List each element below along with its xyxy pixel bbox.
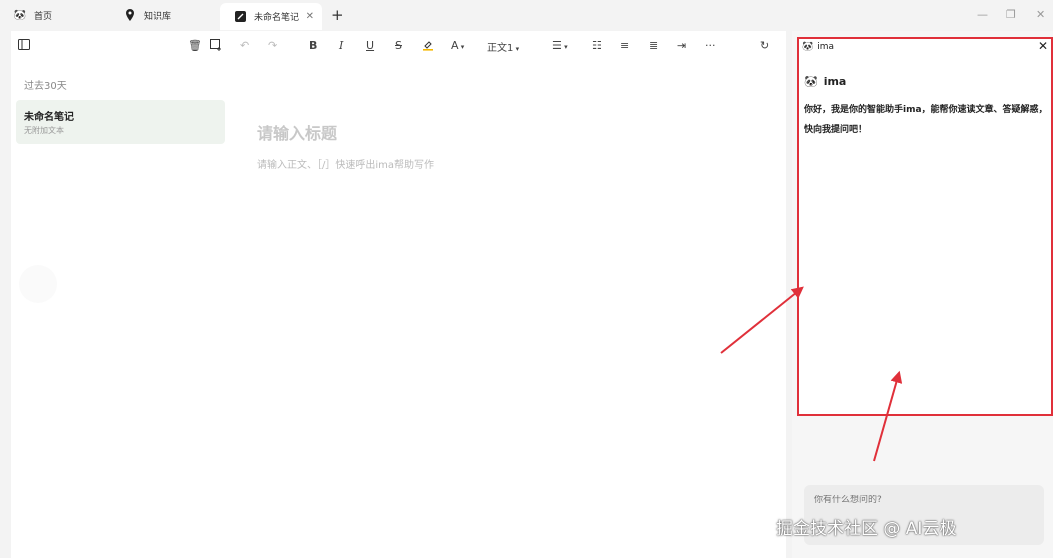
close-icon[interactable]: ✕ <box>306 11 314 22</box>
sidebar-toggle-icon[interactable] <box>18 39 30 53</box>
refresh-icon[interactable]: ↻ <box>760 39 769 52</box>
bullet-list-icon[interactable]: ≡ <box>620 39 629 52</box>
indent-icon[interactable]: ⇥ <box>677 39 686 52</box>
minimize-icon[interactable]: — <box>977 8 988 21</box>
paragraph-style-select[interactable]: 正文1 ▾ <box>487 39 519 54</box>
note-title: 未命名笔记 <box>24 112 74 123</box>
more-icon[interactable]: ··· <box>705 39 716 52</box>
new-note-icon[interactable] <box>210 39 222 54</box>
add-tab-button[interactable]: + <box>331 6 344 24</box>
numbered-list-icon[interactable]: ≣ <box>649 39 658 52</box>
assistant-header-title: ima <box>817 42 835 52</box>
align-icon[interactable]: ☰ ▾ <box>552 39 568 52</box>
note-subtitle: 无附加文本 <box>24 126 64 135</box>
assistant-question-input[interactable] <box>814 495 1034 505</box>
tab-label: 知识库 <box>144 11 172 22</box>
ima-assistant-panel: 🐼 ima ✕ 🐼 ima 你好，我是你的智能助手ima，能帮你速读文章、答疑解… <box>797 37 1053 416</box>
close-icon[interactable]: ✕ <box>1038 39 1048 53</box>
sidebar-section-label: 过去30天 <box>24 81 67 92</box>
note-icon <box>234 11 246 23</box>
assistant-greeting: 你好，我是你的智能助手ima，能帮你速读文章、答疑解惑，快向我提问吧！ <box>804 105 1048 135</box>
assistant-name: ima <box>823 75 847 88</box>
redo-icon[interactable]: ↷ <box>268 39 277 52</box>
floating-placeholder <box>19 265 57 303</box>
watermark: 掘金技术社区 @ AI云极 <box>776 519 957 539</box>
location-pin-icon <box>124 9 136 21</box>
editor-panel: 🗑 ↶ ↷ B I U S A ▾ 正文1 ▾ ☰ ▾ ☷ ≡ ≣ ⇥ ··· … <box>11 31 786 558</box>
highlight-icon[interactable] <box>422 39 434 54</box>
tab-bar: 🐼 首页 知识库 未命名笔记 ✕ + — ❐ ✕ <box>0 0 1053 30</box>
underline-icon[interactable]: U <box>366 39 374 52</box>
window-close-icon[interactable]: ✕ <box>1036 8 1045 21</box>
strikethrough-icon[interactable]: S <box>395 39 402 52</box>
delete-icon[interactable]: 🗑 <box>188 39 202 52</box>
note-body-input[interactable]: 请输入正文、［/］快速呼出ima帮助写作 <box>257 156 434 171</box>
italic-icon[interactable]: I <box>339 39 343 52</box>
paragraph-style-label: 正文1 <box>487 43 514 54</box>
assistant-header: 🐼 ima ✕ <box>799 39 1051 55</box>
bold-icon[interactable]: B <box>309 39 317 52</box>
tab-label: 未命名笔记 <box>254 13 300 23</box>
panda-avatar-icon: 🐼 <box>804 75 818 88</box>
panda-icon: 🐼 <box>802 42 814 52</box>
undo-icon[interactable]: ↶ <box>240 39 249 52</box>
restore-icon[interactable]: ❐ <box>1006 8 1016 21</box>
note-title-input[interactable]: 请输入标题 <box>257 120 337 144</box>
tab-untitled-note[interactable]: 未命名笔记 ✕ <box>220 3 322 30</box>
font-color-icon[interactable]: A ▾ <box>451 39 464 52</box>
note-list-item[interactable]: 未命名笔记 无附加文本 <box>16 100 225 144</box>
tab-home[interactable]: 🐼 首页 <box>0 4 110 26</box>
assistant-message-header: 🐼 ima <box>804 75 846 88</box>
tab-label: 首页 <box>34 11 53 22</box>
editor-toolbar: 🗑 ↶ ↷ B I U S A ▾ 正文1 ▾ ☰ ▾ ☷ ≡ ≣ ⇥ ··· … <box>11 31 786 61</box>
checklist-icon[interactable]: ☷ <box>592 39 602 52</box>
panda-icon: 🐼 <box>13 9 27 21</box>
tab-knowledge-base[interactable]: 知识库 <box>110 4 220 26</box>
